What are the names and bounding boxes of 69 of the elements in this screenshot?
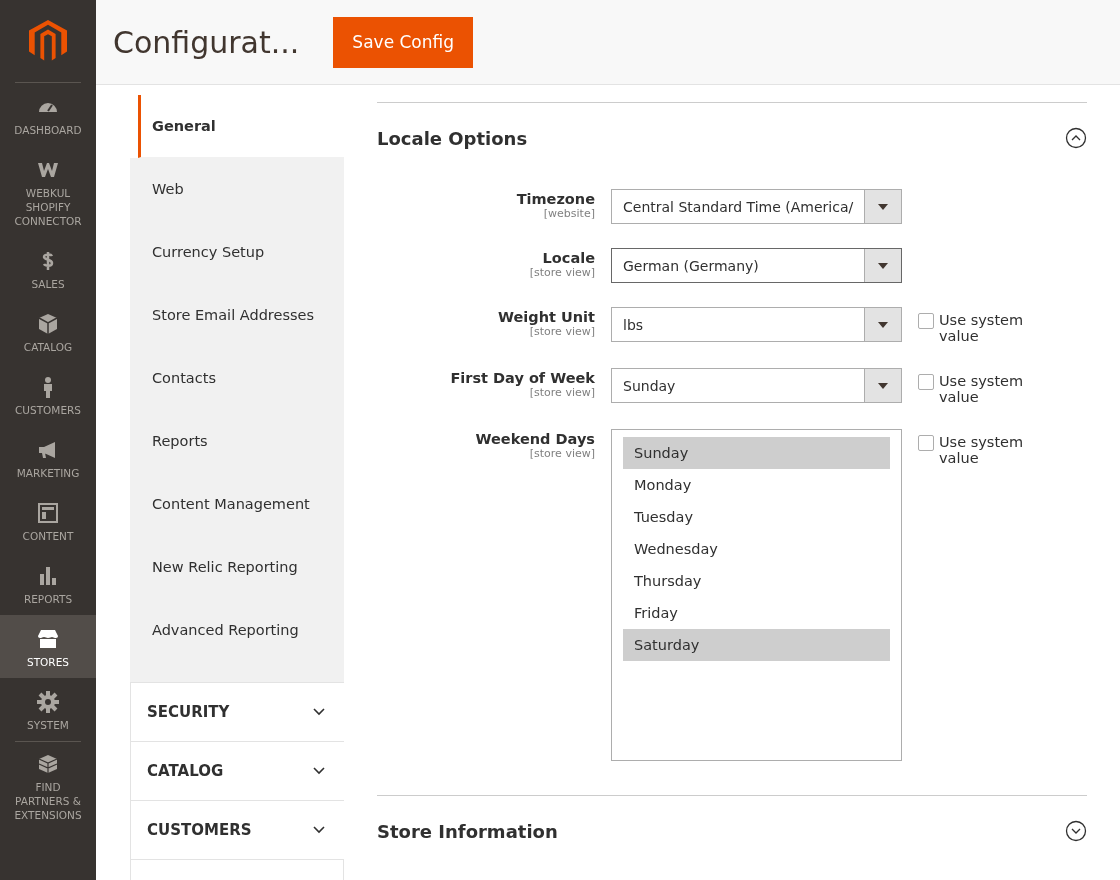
list-option[interactable]: Wednesday: [623, 533, 890, 565]
config-nav-item[interactable]: New Relic Reporting: [130, 536, 344, 599]
field-label: Weekend Days: [475, 431, 595, 447]
sidebar-item[interactable]: FIND PARTNERS & EXTENSIONS: [15, 741, 81, 832]
select-field[interactable]: lbs: [611, 307, 902, 342]
field-label: Locale: [542, 250, 595, 266]
list-option[interactable]: Thursday: [623, 565, 890, 597]
list-option[interactable]: Saturday: [623, 629, 890, 661]
group-title: Store Information: [377, 820, 558, 842]
config-nav-item[interactable]: Web: [130, 158, 344, 221]
collapse-toggle[interactable]: [1065, 127, 1087, 149]
checkbox[interactable]: [918, 313, 934, 329]
collapse-toggle[interactable]: [1065, 820, 1087, 842]
box-icon: [36, 312, 60, 336]
config-nav-item[interactable]: General: [138, 95, 344, 158]
select-field[interactable]: Central Standard Time (America/: [611, 189, 902, 224]
scope-label: [store view]: [529, 266, 595, 279]
config-nav-item[interactable]: Contacts: [130, 347, 344, 410]
list-option[interactable]: Tuesday: [623, 501, 890, 533]
sidebar-item[interactable]: STORES: [0, 615, 96, 678]
caret-icon: [878, 262, 888, 269]
checkbox[interactable]: [918, 374, 934, 390]
storefront-icon: [36, 627, 60, 651]
scope-label: [store view]: [529, 386, 595, 399]
scope-label: [store view]: [529, 447, 595, 460]
nav-section[interactable]: CATALOG: [130, 741, 344, 800]
field-label: Weight Unit: [498, 309, 595, 325]
chevron-circle-icon: [1065, 820, 1087, 842]
list-option[interactable]: Friday: [623, 597, 890, 629]
chevron-circle-icon: [1065, 127, 1087, 149]
blocks-icon: [36, 752, 60, 776]
config-nav-item[interactable]: Currency Setup: [130, 221, 344, 284]
config-nav-item[interactable]: Reports: [130, 410, 344, 473]
sidebar-item[interactable]: CONTENT: [0, 489, 96, 552]
layout-icon: [36, 501, 60, 525]
config-nav-item[interactable]: Content Management: [130, 473, 344, 536]
nav-section[interactable]: CUSTOMERS: [130, 800, 344, 859]
caret-icon: [878, 321, 888, 328]
sidebar-item[interactable]: REPORTS: [0, 552, 96, 615]
sidebar-item[interactable]: CUSTOMERS: [0, 363, 96, 426]
sidebar-item[interactable]: WEBKUL SHOPIFY CONNECTOR: [0, 146, 96, 237]
save-config-button[interactable]: Save Config: [333, 16, 474, 68]
field-label: First Day of Week: [450, 370, 595, 386]
checkbox-label: Use system value: [939, 312, 1025, 344]
select-field[interactable]: German (Germany): [611, 248, 902, 283]
list-option[interactable]: Monday: [623, 469, 890, 501]
nav-section[interactable]: SECURITY: [130, 682, 344, 741]
sidebar-item[interactable]: MARKETING: [0, 426, 96, 489]
group-title: Locale Options: [377, 127, 528, 149]
list-option[interactable]: Sunday: [623, 437, 890, 469]
sidebar-item[interactable]: CATALOG: [0, 300, 96, 363]
sidebar-item[interactable]: DASHBOARD: [0, 83, 96, 146]
checkbox-label: Use system value: [939, 373, 1025, 405]
checkbox-label: Use system value: [939, 434, 1025, 466]
config-nav-item[interactable]: Store Email Addresses: [130, 284, 344, 347]
scope-label: [website]: [543, 207, 595, 220]
gear-icon: [36, 690, 60, 714]
logo-icon: [29, 20, 67, 62]
field-label: Timezone: [516, 191, 595, 207]
sidebar-item[interactable]: SALES: [0, 237, 96, 300]
page-title: Configurat...: [113, 24, 300, 60]
scope-label: [store view]: [529, 325, 595, 338]
config-nav-item[interactable]: Advanced Reporting: [130, 599, 344, 662]
caret-icon: [878, 382, 888, 389]
select-field[interactable]: Sunday: [611, 368, 902, 403]
multiselect-list[interactable]: Sunday Monday Tuesday Wednesday Thursday Friday Saturday: [611, 429, 902, 761]
sidebar-item[interactable]: SYSTEM: [0, 678, 96, 741]
checkbox[interactable]: [918, 435, 934, 451]
caret-icon: [878, 203, 888, 210]
